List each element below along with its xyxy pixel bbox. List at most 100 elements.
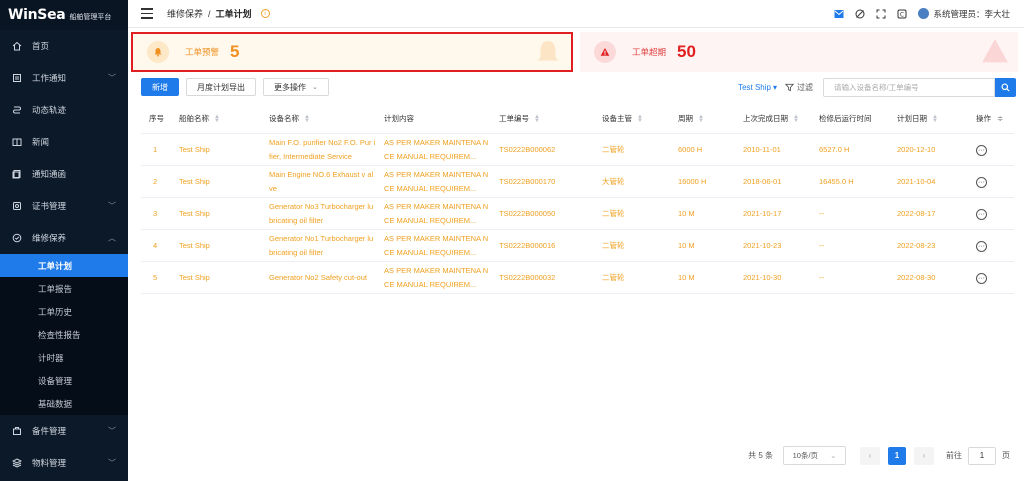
sidebar-item-material[interactable]: 物料管理 ﹀ [0,447,128,479]
column-header-label: 船舶名称 [179,113,209,123]
fullscreen-icon[interactable] [876,9,886,19]
sidebar-subitem[interactable]: 工单报告 [0,277,128,300]
home-icon [12,41,22,51]
sidebar-item-track[interactable]: 动态轨迹 [0,94,128,126]
total-count: 共 5 条 [748,451,773,460]
column-header[interactable]: 设备名称 ▲ ▼ [269,112,384,126]
more-options-icon[interactable]: ··· [976,176,987,188]
sort-icon[interactable]: ▲ ▼ [534,114,540,124]
more-options-icon[interactable]: ··· [976,240,987,252]
table-body: 1 Test Ship Main F.O. purifier No2 F.O. Pu… [141,134,1014,294]
search-button[interactable] [995,77,1016,97]
goto-page-input[interactable]: 1 [968,446,996,465]
table-cell: 4 [153,240,158,250]
page-number[interactable]: 1 [888,446,906,465]
message-icon[interactable] [834,9,844,19]
ship-selector[interactable]: Test Ship ▾ [738,83,777,92]
table-cell: Generator No2 Safety cut-out [269,272,367,282]
table-cell: 1 [153,144,158,154]
table-cell: Test Ship [179,272,210,282]
column-header[interactable]: 计划日期 ▲ ▼ [897,112,976,126]
sidebar-subitem[interactable]: 基础数据 [0,392,128,415]
more-actions-button[interactable]: 更多操作 ⌄ [263,78,329,96]
sidebar-item-circular[interactable]: 通知通函 [0,158,128,190]
table-row[interactable]: 3 Test Ship Generator No3 Turbocharger lub… [141,198,1014,230]
menu-toggle-icon[interactable] [141,8,153,19]
sort-icon[interactable]: ▲ ▼ [637,114,643,124]
breadcrumb-parent[interactable]: 维修保养 [167,7,203,20]
column-settings-icon[interactable]: ≑ [997,114,1003,123]
table-row[interactable]: 2 Test Ship Main Engine NO.6 Exhaust v alv… [141,166,1014,198]
sidebar-item-maintenance[interactable]: 维修保养 ︿ [0,222,128,254]
add-button[interactable]: 新增 [141,78,179,96]
table-cell: Test Ship [179,240,210,250]
sidebar-item-notice[interactable]: 工作通知 ﹀ [0,62,128,94]
row-actions: ··· [976,271,1014,285]
more-options-icon[interactable]: ··· [976,144,987,156]
sidebar-item-label: 物料管理 [32,458,67,468]
export-monthly-plan-button[interactable]: 月度计划导出 [186,78,256,96]
work-order-warning-card[interactable]: 工单预警 5 [131,32,573,72]
user-label: 系统管理员：李大壮 [933,8,1010,19]
column-header[interactable]: 上次完成日期 ▲ ▼ [743,112,819,126]
table-cell: 大管轮 [602,176,625,186]
sidebar-subitem[interactable]: 检查性报告 [0,323,128,346]
logo: WinSea 船舶管理平台 [0,0,128,30]
filter-button[interactable]: 过滤 [785,82,813,93]
sidebar-subitem[interactable]: 工单计划 [0,254,128,277]
more-options-icon[interactable]: ··· [976,272,987,284]
chevron-up-icon: ︿ [108,233,116,243]
sort-icon[interactable]: ▲ ▼ [214,114,220,124]
sidebar: WinSea 船舶管理平台 首页 工作通知 ﹀ 动态轨迹新闻通知通函证书管理 ﹀ 维修保养… [0,0,128,481]
sort-icon[interactable]: ▲ ▼ [793,114,799,124]
sidebar-item-label: 通知通函 [32,169,67,179]
table-row[interactable]: 5 Test Ship Generator No2 Safety cut-out AS… [141,262,1014,294]
table-cell: 2021-10-30 [743,272,782,282]
sort-icon[interactable]: ▲ ▼ [304,114,310,124]
sidebar-item-news[interactable]: 新闻 [0,126,128,158]
prev-page-button[interactable]: ‹ [860,446,880,465]
table-cell: 10 M [678,272,695,282]
table-cell: 2022-08-23 [897,240,936,250]
column-header[interactable]: 周期 ▲ ▼ [678,112,743,126]
warning-triangle-icon [594,41,616,63]
table-cell: 2 [153,176,158,186]
table-cell: 二管轮 [602,240,625,250]
row-actions: ··· [976,175,1014,189]
sidebar-item-home[interactable]: 首页 [0,30,128,62]
sidebar-item-certificate[interactable]: 证书管理 ﹀ [0,190,128,222]
more-options-icon[interactable]: ··· [976,208,987,220]
sidebar-item-label: 新闻 [32,137,50,147]
column-header[interactable]: 设备主管 ▲ ▼ [602,112,678,126]
table-cell: 16000 H [678,176,707,186]
user-menu[interactable]: 系统管理员：李大壮 [918,8,1010,20]
sidebar-subitem[interactable]: 工单历史 [0,300,128,323]
table-cell: 二管轮 [602,272,625,282]
table-row[interactable]: 1 Test Ship Main F.O. purifier No2 F.O. Pu… [141,134,1014,166]
sidebar-item-spare-parts[interactable]: 备件管理 ﹀ [0,415,128,447]
svg-text:C: C [900,11,904,18]
notice-icon [12,73,22,83]
sort-icon[interactable]: ▲ ▼ [932,114,938,124]
column-header[interactable]: 船舶名称 ▲ ▼ [179,112,269,126]
table-cell: 5 [153,272,158,282]
page-size-select[interactable]: 10条/页 ⌄ [783,446,846,465]
column-header[interactable]: 工单编号 ▲ ▼ [499,112,602,126]
search-input[interactable]: 请输入设备名称/工单编号 [823,77,995,97]
row-actions: ··· [976,207,1014,221]
info-icon[interactable]: i [260,9,270,18]
table-cell: 6000 H [678,144,703,154]
sidebar-subitem[interactable]: 计时器 [0,346,128,369]
brand-name: WinSea [8,7,66,23]
table-row[interactable]: 4 Test Ship Generator No1 Turbocharger lub… [141,230,1014,262]
ship-selector-label: Test Ship [738,82,771,92]
work-order-overdue-card[interactable]: 工单超期 50 [580,32,1018,72]
sort-icon[interactable]: ▲ ▼ [698,114,704,124]
logout-icon[interactable]: C [897,9,907,19]
table-cell: Test Ship [179,208,210,218]
triangle-watermark-icon [982,39,1008,63]
no-notify-icon[interactable] [855,9,865,19]
sidebar-subitem[interactable]: 设备管理 [0,369,128,392]
toolbar: 新增 月度计划导出 更多操作 ⌄ Test Ship ▾ 过滤 请输入设备名称/工单… [141,77,1016,97]
next-page-button[interactable]: › [914,446,934,465]
